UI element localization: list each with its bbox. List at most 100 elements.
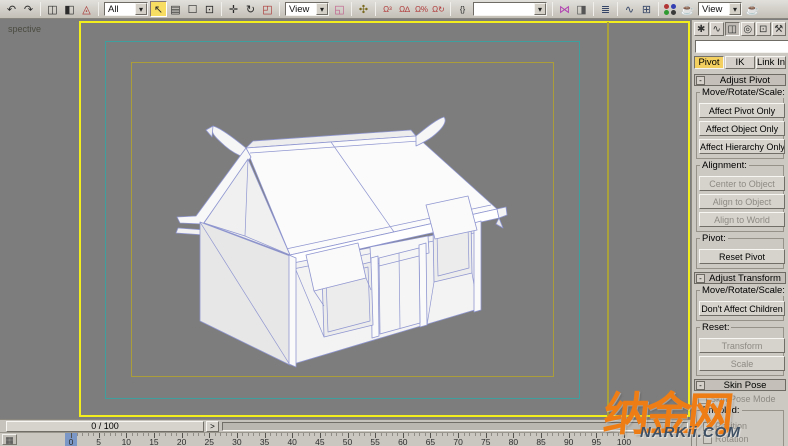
hierarchy-tab-icon[interactable]: ◫ <box>725 22 740 36</box>
align-icon[interactable]: ◨ <box>573 1 590 17</box>
edit-named-selection-sets-icon[interactable]: {} <box>454 1 471 17</box>
ruler-label: 40 <box>282 437 302 446</box>
use-pivot-point-center-icon[interactable]: ◱ <box>331 1 348 17</box>
toolbar-separator <box>617 2 618 16</box>
reference-coordinate-dropdown[interactable]: View▾ <box>285 2 329 16</box>
ruler-tick <box>231 433 232 436</box>
material-editor-icon[interactable] <box>662 1 679 17</box>
schematic-view-icon[interactable]: ⊞ <box>638 1 655 17</box>
ruler-tick <box>242 433 243 436</box>
ruler-tick <box>82 433 83 436</box>
ruler-label: 30 <box>227 437 247 446</box>
ruler-tick <box>580 433 581 436</box>
bind-to-space-warp-icon[interactable]: ◬ <box>78 1 95 17</box>
select-by-name-icon[interactable]: ▤ <box>167 1 184 17</box>
select-and-scale-icon[interactable]: ◰ <box>259 1 276 17</box>
utilities-tab-icon[interactable]: ⚒ <box>772 22 787 36</box>
ruler-tick <box>137 433 138 436</box>
ruler-label: 15 <box>144 437 164 446</box>
ruler-tick <box>502 433 503 436</box>
selection-filter-dropdown[interactable]: All▾ <box>104 2 148 16</box>
time-slider[interactable]: 0 / 100 <box>6 421 204 432</box>
chevron-down-icon[interactable]: ▾ <box>135 3 147 15</box>
quick-render-icon[interactable]: ☕ <box>744 1 761 17</box>
ruler-tick <box>93 433 94 436</box>
window-crossing-icon[interactable]: ⊡ <box>201 1 218 17</box>
chevron-down-icon[interactable]: ▾ <box>729 3 741 15</box>
timeline-ruler[interactable]: ▦ 05101520253035404550556065707580859095… <box>0 432 691 446</box>
align-to-object-button: Align to Object <box>699 194 785 209</box>
ruler-tick <box>159 433 160 436</box>
ruler-label: 60 <box>393 437 413 446</box>
ruler-tick <box>148 433 149 436</box>
display-tab-icon[interactable]: ⊡ <box>756 22 771 36</box>
group-label: Move/Rotate/Scale: <box>700 87 787 98</box>
tab-link-info[interactable]: Link Info <box>756 56 786 69</box>
viewport-split-line <box>607 22 609 416</box>
track-bar[interactable]: 0 / 100 > <box>0 419 691 432</box>
rollout-header-adjust-pivot[interactable]: - Adjust Pivot <box>694 74 786 86</box>
ruler-label: 5 <box>89 437 109 446</box>
house-model[interactable] <box>165 106 510 381</box>
ruler-tick <box>132 433 133 436</box>
select-and-move-icon[interactable]: ✛ <box>225 1 242 17</box>
render-type-dropdown[interactable]: View▾ <box>698 2 742 16</box>
rectangular-selection-region-icon[interactable]: ☐ <box>184 1 201 17</box>
render-setup-icon[interactable]: ☕ <box>679 1 696 17</box>
tab-pivot[interactable]: Pivot <box>694 56 724 69</box>
ruler-label: 55 <box>365 437 385 446</box>
collapse-icon: - <box>696 274 705 283</box>
toolbar-separator <box>375 2 376 16</box>
ruler-tick <box>325 433 326 436</box>
viewport-perspective[interactable]: spective <box>0 20 691 419</box>
ruler-tick <box>370 433 371 436</box>
ruler-tick <box>574 433 575 436</box>
ruler-tick <box>480 433 481 436</box>
open-mini-curve-editor-icon[interactable]: ▦ <box>2 434 17 445</box>
chevron-down-icon[interactable]: ▾ <box>534 3 546 15</box>
select-and-manipulate-icon[interactable]: ✣ <box>355 1 372 17</box>
ruler-label: 85 <box>531 437 551 446</box>
ruler-tick <box>276 433 277 436</box>
rollout-title: Adjust Transform <box>705 273 785 284</box>
unlink-selection-icon[interactable]: ◧ <box>61 1 78 17</box>
affect-hierarchy-only-button[interactable]: Affect Hierarchy Only <box>699 139 785 154</box>
ruler-tick <box>281 433 282 436</box>
snap-toggle-3d-icon[interactable]: Ω³ <box>379 1 396 17</box>
modify-tab-icon[interactable]: ∿ <box>710 22 725 36</box>
create-tab-icon[interactable]: ✱ <box>694 22 709 36</box>
select-object-icon[interactable]: ↖ <box>150 1 167 17</box>
motion-tab-icon[interactable]: ◎ <box>741 22 756 36</box>
ruler-tick <box>77 433 78 436</box>
spinner-snap-icon[interactable]: Ω↻ <box>430 1 447 17</box>
rollout-header-adjust-transform[interactable]: - Adjust Transform <box>694 272 786 284</box>
layer-manager-icon[interactable]: ≣ <box>597 1 614 17</box>
percent-snap-icon[interactable]: Ω% <box>413 1 430 17</box>
curve-editor-icon[interactable]: ∿ <box>621 1 638 17</box>
dont-affect-children-button[interactable]: Don't Affect Children <box>699 301 785 316</box>
mirror-icon[interactable]: ⋈ <box>556 1 573 17</box>
angle-snap-icon[interactable]: Ω∆ <box>396 1 413 17</box>
ruler-label: 0 <box>61 437 81 446</box>
ruler-tick <box>508 433 509 436</box>
select-and-link-icon[interactable]: ◫ <box>44 1 61 17</box>
ruler-tick <box>220 433 221 436</box>
ruler-tick <box>287 433 288 436</box>
reset-pivot-button[interactable]: Reset Pivot <box>699 249 785 264</box>
rollout-adjust-pivot: - Adjust Pivot Move/Rotate/Scale: Affect… <box>694 74 786 269</box>
ruler-tick <box>519 433 520 436</box>
redo-icon[interactable]: ↷ <box>20 1 37 17</box>
ruler-tick <box>110 433 111 436</box>
affect-object-only-button[interactable]: Affect Object Only <box>699 121 785 136</box>
chevron-down-icon[interactable]: ▾ <box>316 3 328 15</box>
next-frame-button[interactable]: > <box>206 421 219 432</box>
affect-pivot-only-button[interactable]: Affect Pivot Only <box>699 103 785 118</box>
object-name-field[interactable] <box>695 40 788 53</box>
ruler-label: 35 <box>255 437 275 446</box>
undo-icon[interactable]: ↶ <box>3 1 20 17</box>
select-and-rotate-icon[interactable]: ↻ <box>242 1 259 17</box>
tab-ik[interactable]: IK <box>725 56 755 69</box>
named-selection-dropdown[interactable]: ▾ <box>473 2 547 16</box>
ruler-tick <box>143 433 144 436</box>
toolbar-separator <box>351 2 352 16</box>
